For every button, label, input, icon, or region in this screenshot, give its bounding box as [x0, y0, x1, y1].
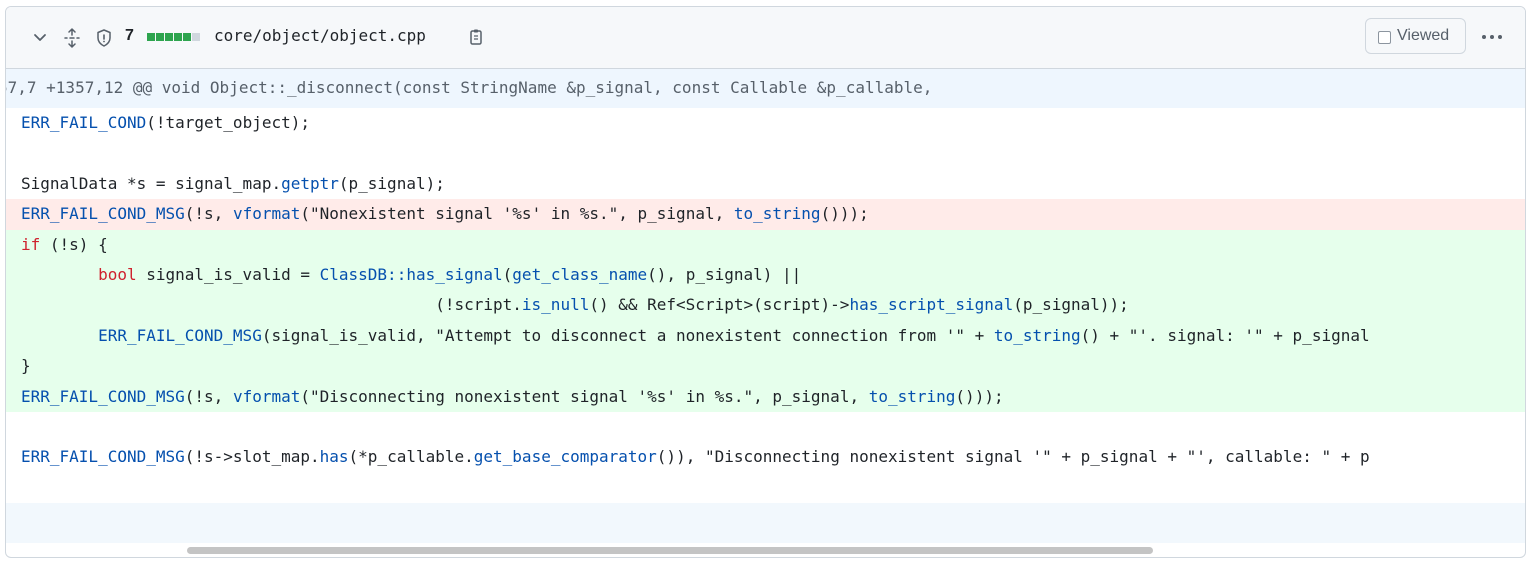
- code-text: }: [21, 356, 31, 375]
- added-line: if (!s) {: [6, 229, 1525, 260]
- added-line: }: [6, 351, 1525, 382]
- diffstat-square: [174, 33, 182, 41]
- context-line: ERR_FAIL_COND_MSG(!s->slot_map.has(*p_ca…: [6, 442, 1525, 473]
- code-token: (p_signal));: [1013, 295, 1129, 315]
- code-token: ERR_FAIL_COND: [21, 113, 147, 132]
- code-text: SignalData *s = signal_map.getptr(p_sign…: [21, 174, 445, 193]
- code-token: (signal_is_valid, "Attempt to disconnect…: [261, 325, 994, 345]
- code-token: has_script_signal: [849, 295, 1014, 315]
- horizontal-scrollbar[interactable]: [187, 547, 1153, 554]
- code-token: ClassDB::has_signal: [319, 264, 503, 284]
- code-token: ERR_FAIL_COND_MSG: [98, 325, 262, 345]
- code-token: ERR_FAIL_COND_MSG: [21, 204, 185, 224]
- expand-down-row[interactable]: [6, 503, 1525, 544]
- viewed-label: Viewed: [1397, 27, 1450, 44]
- code-token: (p_signal);: [338, 173, 445, 193]
- code-token: getptr: [281, 173, 339, 193]
- code-text: (!script.is_null() && Ref<Script>(script…: [21, 295, 1129, 314]
- change-count: 7: [125, 27, 134, 44]
- code-token: ()));: [820, 204, 869, 224]
- code-token: () && Ref<Script>(script)->: [589, 295, 850, 315]
- code-token: vformat: [232, 204, 301, 224]
- code-text: ERR_FAIL_COND_MSG(!s->slot_map.has(*p_ca…: [21, 447, 1370, 466]
- code-token: (!target_object);: [146, 113, 310, 132]
- diffstat-square: [183, 33, 191, 41]
- code-token: get_base_comparator: [473, 447, 657, 467]
- context-line: [6, 411, 1525, 443]
- code-token: (*p_callable.: [348, 447, 474, 467]
- code-token: signal_is_valid =: [136, 264, 320, 284]
- code-token: (!s->slot_map.: [184, 447, 320, 467]
- code-token: bool: [98, 264, 137, 284]
- code-token: ("Disconnecting nonexistent signal '%s' …: [300, 386, 869, 406]
- code-token: ("Nonexistent signal '%s' in %s.", p_sig…: [300, 204, 734, 224]
- code-token: vformat: [232, 386, 301, 406]
- code-token: SignalData *s = signal_map.: [21, 173, 282, 193]
- code-token: has: [319, 447, 349, 467]
- added-line: ERR_FAIL_COND_MSG(signal_is_valid, "Atte…: [6, 320, 1525, 352]
- code-text: if (!s) {: [21, 235, 108, 254]
- code-token: to_string: [733, 204, 821, 224]
- added-line: ERR_FAIL_COND_MSG(!s, vformat("Disconnec…: [6, 381, 1525, 412]
- diffstat: [147, 33, 200, 41]
- viewed-checkbox[interactable]: [1378, 31, 1391, 44]
- shield-icon[interactable]: [95, 28, 113, 48]
- diff-file: 7 core/object/object.cpp Viewed 57,7 +13…: [5, 6, 1526, 558]
- chevron-down-icon[interactable]: [32, 29, 48, 45]
- added-line: bool signal_is_valid = ClassDB::has_sign…: [6, 259, 1525, 291]
- code-token: () + "'. signal: '" + p_signal: [1080, 325, 1370, 345]
- deleted-line: ERR_FAIL_COND_MSG(!s, vformat("Nonexiste…: [6, 199, 1525, 230]
- context-line: ERR_FAIL_COND(!target_object);: [6, 108, 1525, 139]
- added-line: (!script.is_null() && Ref<Script>(script…: [6, 290, 1525, 321]
- file-header: 7 core/object/object.cpp Viewed: [6, 7, 1525, 69]
- unfold-icon[interactable]: [63, 28, 81, 48]
- kebab-icon[interactable]: [1477, 25, 1507, 49]
- file-path[interactable]: core/object/object.cpp: [214, 26, 426, 45]
- code-token: (!script.: [21, 295, 522, 315]
- code-token: (: [502, 264, 513, 284]
- code-text: bool signal_is_valid = ClassDB::has_sign…: [21, 265, 801, 284]
- diff-lines: ERR_FAIL_COND(!target_object); SignalData…: [6, 108, 1525, 504]
- context-line: [6, 138, 1525, 169]
- code-token: get_class_name: [512, 264, 648, 284]
- diffstat-square: [156, 33, 164, 41]
- diff-body: 57,7 +1357,12 @@ void Object::_disconnec…: [6, 69, 1525, 544]
- diffstat-square: [165, 33, 173, 41]
- viewed-toggle[interactable]: Viewed: [1365, 18, 1466, 54]
- code-token: (!s,: [184, 386, 233, 406]
- code-token: (), p_signal) ||: [647, 264, 802, 284]
- diffstat-square: [192, 33, 200, 41]
- context-line: [6, 472, 1525, 504]
- context-line: SignalData *s = signal_map.getptr(p_sign…: [6, 168, 1525, 200]
- code-token: (!s) {: [40, 234, 108, 254]
- diffstat-square: [147, 33, 155, 41]
- hunk-header-text: 57,7 +1357,12 @@ void Object::_disconnec…: [5, 78, 933, 97]
- code-token: ()));: [955, 386, 1004, 406]
- code-text: ERR_FAIL_COND_MSG(signal_is_valid, "Atte…: [21, 326, 1370, 345]
- code-text: ERR_FAIL_COND(!target_object);: [21, 113, 310, 132]
- copy-icon[interactable]: [468, 28, 484, 46]
- code-token: ERR_FAIL_COND_MSG: [21, 447, 185, 467]
- code-token: }: [21, 356, 31, 376]
- code-token: (!s,: [184, 204, 233, 224]
- code-text: ERR_FAIL_COND_MSG(!s, vformat("Nonexiste…: [21, 204, 869, 223]
- code-token: is_null: [521, 295, 590, 315]
- code-text: ERR_FAIL_COND_MSG(!s, vformat("Disconnec…: [21, 387, 1004, 406]
- code-token: if: [21, 234, 41, 254]
- hunk-header[interactable]: 57,7 +1357,12 @@ void Object::_disconnec…: [6, 69, 1525, 108]
- code-token: ERR_FAIL_COND_MSG: [21, 386, 185, 406]
- code-token: to_string: [868, 386, 956, 406]
- code-token: to_string: [993, 325, 1081, 345]
- code-token: ()), "Disconnecting nonexistent signal '…: [656, 447, 1370, 467]
